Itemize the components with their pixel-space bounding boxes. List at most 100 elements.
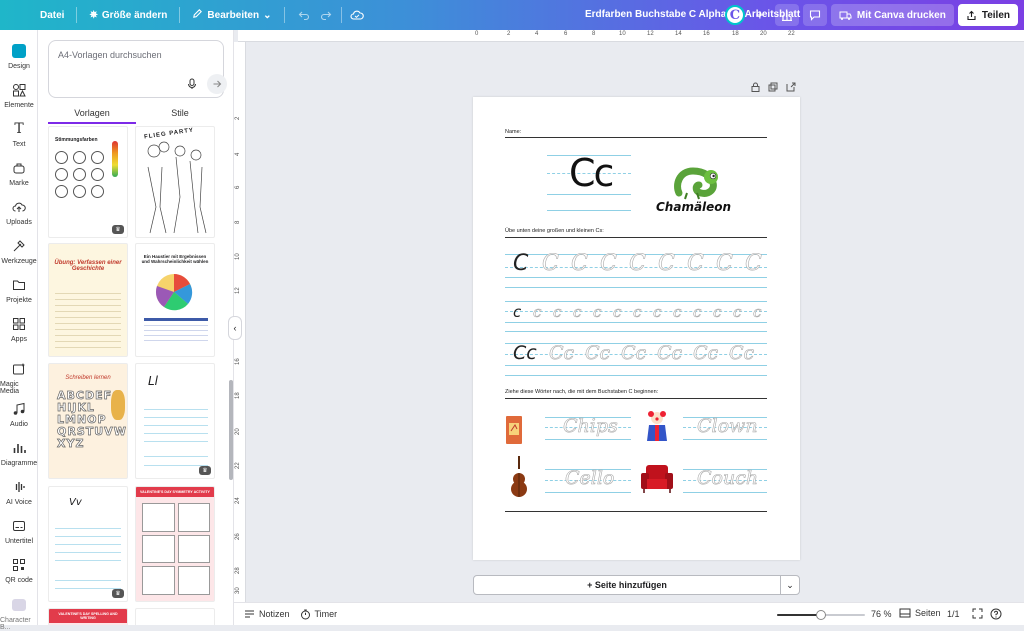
rail-label: AI Voice xyxy=(6,499,32,506)
search-input[interactable]: A4-Vorlagen durchsuchen xyxy=(58,50,162,60)
text-icon: T xyxy=(14,121,24,137)
ruler-label: 16 xyxy=(703,31,710,37)
zoom-level[interactable]: 76 % xyxy=(871,609,892,619)
zoom-slider[interactable] xyxy=(777,610,865,620)
ruler-label: 8 xyxy=(592,31,596,37)
template-thumb[interactable] xyxy=(135,608,215,625)
template-thumb[interactable]: VALENTINE'S DAY SPELLING AND WRITING xyxy=(48,608,128,625)
rail-item-magic-media[interactable]: Magic Media xyxy=(0,360,38,395)
collapse-panel-button[interactable]: ‹ xyxy=(228,316,242,340)
rail-item-audio[interactable]: Audio xyxy=(0,400,38,428)
ruler-label: 16 xyxy=(235,358,241,365)
template-thumb[interactable]: Stimmungsfarben ♛ xyxy=(48,126,128,238)
rail-item-text[interactable]: T Text xyxy=(0,120,38,148)
template-thumb[interactable]: FLIEG PARTY xyxy=(135,126,215,238)
search-submit-button[interactable] xyxy=(207,74,227,94)
section-line xyxy=(505,398,767,399)
notes-button[interactable]: Notizen xyxy=(244,609,290,619)
audio-icon xyxy=(10,400,28,418)
rail-item-uploads[interactable]: Uploads xyxy=(0,198,38,226)
fullscreen-button[interactable] xyxy=(972,608,983,621)
rail-item-design[interactable]: Design xyxy=(0,42,38,70)
rail-label: Design xyxy=(8,63,30,70)
chevron-down-icon: ⌄ xyxy=(786,579,794,590)
mood-faces xyxy=(55,151,105,198)
ruler-label: 22 xyxy=(235,462,241,469)
undo-button[interactable] xyxy=(293,4,315,26)
guide-line xyxy=(505,277,767,278)
microphone-icon xyxy=(188,78,196,89)
horizontal-ruler: 0 2 4 6 8 10 12 14 16 18 20 22 xyxy=(238,30,1024,42)
rail-item-apps[interactable]: Apps xyxy=(0,315,38,343)
tab-styles[interactable]: Stile xyxy=(136,106,224,124)
redo-button[interactable] xyxy=(315,4,337,26)
rail-item-ai-voice[interactable]: AI Voice xyxy=(0,478,38,506)
character-icon xyxy=(10,596,28,614)
template-thumb[interactable]: Ein Haustier mit Ergebnissen und Wahrsch… xyxy=(135,243,215,357)
guide-line xyxy=(505,287,767,288)
resize-button[interactable]: ✵ Größe ändern xyxy=(81,0,175,30)
insights-button[interactable] xyxy=(774,4,799,26)
file-menu[interactable]: Datei xyxy=(32,0,72,30)
redo-icon xyxy=(320,11,331,21)
ruler-label: 20 xyxy=(235,428,241,435)
trace-letter: Cc xyxy=(621,342,647,365)
trace-letter: c xyxy=(733,303,742,322)
ruler-label: 30 xyxy=(235,587,241,594)
template-thumb[interactable]: Ll ♛ xyxy=(135,363,215,479)
panel-scrollbar[interactable] xyxy=(229,380,233,480)
rail-item-brand[interactable]: Marke xyxy=(0,159,38,187)
add-page-button[interactable]: + Seite hinzufügen xyxy=(473,575,781,595)
zoom-slider-handle[interactable] xyxy=(816,610,826,620)
trace-letter: C xyxy=(600,251,617,277)
template-thumb[interactable]: Übung: Verfassen einer Geschichte xyxy=(48,243,128,357)
help-button[interactable] xyxy=(990,608,1002,622)
avatar[interactable]: C xyxy=(724,5,745,25)
rail-item-subtitles[interactable]: Untertitel xyxy=(0,517,38,545)
add-page-top-button[interactable] xyxy=(786,82,796,92)
template-grid: Stimmungsfarben ♛ FLIEG PARTY Übung: Ver… xyxy=(48,126,218,625)
rail-item-character[interactable]: Character B... xyxy=(0,596,38,631)
comments-button[interactable] xyxy=(802,4,827,26)
rail-label: Magic Media xyxy=(0,381,20,395)
guide-line xyxy=(547,210,631,211)
guide-line xyxy=(505,301,767,302)
trace-letter: c xyxy=(713,303,722,322)
add-collaborator-button[interactable]: + xyxy=(749,4,771,26)
worksheet-page[interactable]: Name: Cc Chamäleon Übe unten deine große… xyxy=(473,97,800,560)
cloud-save-button[interactable] xyxy=(346,4,368,26)
folder-icon xyxy=(10,276,28,294)
template-thumb[interactable]: Vv ♛ xyxy=(48,486,128,602)
rail-item-qr-code[interactable]: QR code xyxy=(0,556,38,584)
timer-button[interactable]: Timer xyxy=(300,609,337,620)
template-thumb[interactable]: VALENTINE'S DAY SYMMETRY ACTIVITY xyxy=(135,486,215,602)
print-button[interactable]: Mit Canva drucken xyxy=(830,4,954,26)
tab-templates[interactable]: Vorlagen xyxy=(48,106,136,124)
duplicate-page-button[interactable] xyxy=(768,82,778,92)
pages-label: Seiten xyxy=(915,608,941,618)
share-icon xyxy=(967,10,976,20)
pages-button[interactable]: Seiten xyxy=(899,608,941,618)
rail-label: Apps xyxy=(11,336,27,343)
rail-item-projects[interactable]: Projekte xyxy=(0,276,38,304)
rail-label: Uploads xyxy=(6,219,32,226)
add-page-dropdown[interactable]: ⌄ xyxy=(780,575,800,595)
design-icon xyxy=(10,42,28,60)
edit-menu[interactable]: Bearbeiten ⌄ xyxy=(184,0,279,30)
resize-icon: ✵ xyxy=(89,9,98,21)
rail-item-elements[interactable]: Elemente xyxy=(0,81,38,109)
lock-page-button[interactable] xyxy=(750,82,760,92)
share-button[interactable]: Teilen xyxy=(957,4,1018,26)
chips-image xyxy=(506,416,522,444)
template-thumb[interactable]: Schreiben lernen ABCDEFG HIJKL LMNOP QRSTUV… xyxy=(48,363,128,479)
thumb-title: Schreiben lernen xyxy=(65,375,111,381)
rail-item-tools[interactable]: Werkzeuge xyxy=(0,237,38,265)
rail-item-charts[interactable]: Diagramme xyxy=(0,439,38,467)
search-box[interactable]: A4-Vorlagen durchsuchen xyxy=(48,40,227,98)
microphone-button[interactable] xyxy=(182,74,202,94)
rail-label: Audio xyxy=(10,421,28,428)
ruler-label: 2 xyxy=(507,31,511,37)
trace-letter: Cc xyxy=(549,342,575,365)
cloud-check-icon xyxy=(349,10,364,20)
guide-line xyxy=(505,322,767,323)
